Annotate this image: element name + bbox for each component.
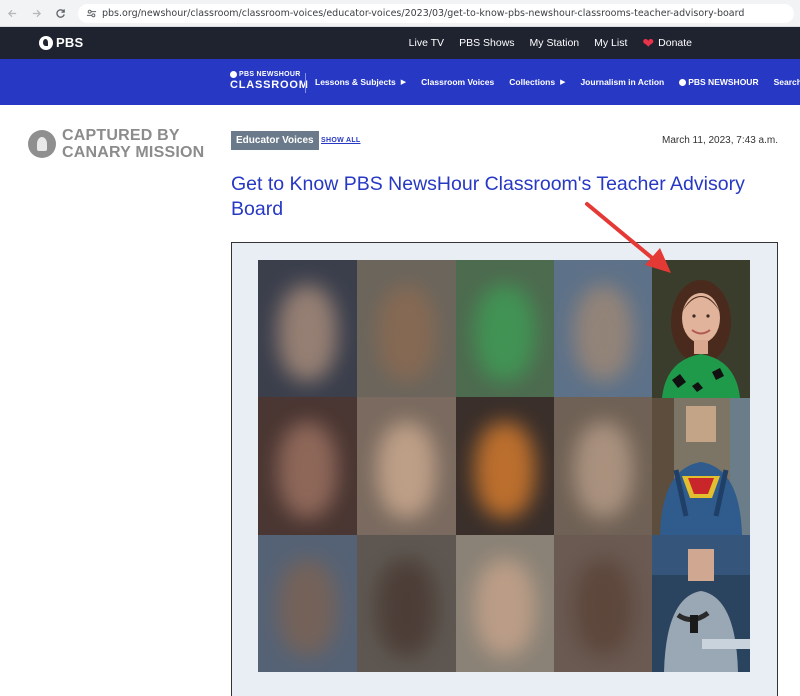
nav-lessons-label: Lessons & Subjects [315, 77, 396, 87]
logo-big-text: CLASSROOM [230, 79, 309, 91]
logo-small-text: PBS NEWSHOUR [239, 71, 301, 78]
site-info-icon[interactable] [84, 7, 98, 21]
classroom-nav: Lessons & Subjects ▶ Classroom Voices Co… [315, 59, 800, 105]
nav-collections-label: Collections [509, 77, 556, 87]
pbs-mini-logo-icon [679, 78, 687, 86]
pbs-nav: Live TV PBS Shows My Station My List ❤ D… [394, 27, 692, 59]
watermark-text: CAPTURED BY CANARY MISSION [62, 127, 204, 161]
donate-label: Donate [658, 37, 692, 49]
pbs-mini-logo-icon [230, 71, 237, 78]
blurred-photo [455, 534, 555, 672]
newshour-classroom-logo[interactable]: PBS NEWSHOUR CLASSROOM [230, 71, 309, 91]
newshour-classroom-bar: PBS NEWSHOUR CLASSROOM Lessons & Subject… [0, 59, 800, 105]
donate-button[interactable]: ❤ Donate [642, 35, 692, 52]
nav-pbs-newshour-label: PBS NEWSHOUR [688, 77, 759, 87]
forward-icon[interactable] [24, 0, 48, 27]
article-figure [231, 242, 778, 696]
red-arrow-icon [585, 202, 671, 273]
triangle-right-icon: ▶ [560, 79, 566, 86]
article-date: March 11, 2023, 7:43 a.m. [662, 135, 778, 146]
blurred-photo [356, 534, 456, 672]
article-title: Get to Know PBS NewsHour Classroom's Tea… [231, 173, 745, 220]
blurred-photo [455, 260, 555, 398]
blurred-photo [554, 260, 653, 398]
watermark-line2: CANARY MISSION [62, 144, 205, 161]
back-icon[interactable] [0, 0, 24, 27]
reload-icon[interactable] [48, 0, 72, 27]
category-badge[interactable]: Educator Voices [231, 131, 319, 150]
triangle-right-icon: ▶ [400, 79, 407, 86]
blurred-photo [258, 260, 357, 398]
pbs-logo-text: PBS [56, 35, 84, 50]
show-all-link[interactable]: SHOW ALL [321, 137, 360, 144]
nav-classroom-voices[interactable]: Classroom Voices [421, 77, 494, 87]
blurred-photo [258, 534, 357, 672]
watermark-line1: CAPTURED BY [62, 127, 180, 144]
heart-icon: ❤ [642, 34, 655, 51]
blurred-photo [356, 260, 456, 398]
teacher-portrait-photo [652, 260, 750, 398]
pbs-logo[interactable]: PBS [39, 35, 83, 50]
canary-mission-watermark: CAPTURED BY CANARY MISSION [28, 127, 204, 161]
nav-search-label: Search [773, 77, 800, 87]
nav-live-tv[interactable]: Live TV [409, 37, 444, 49]
nav-search[interactable]: Search [774, 77, 800, 87]
browser-toolbar: pbs.org/newshour/classroom/classroom-voi… [0, 0, 800, 27]
canary-seal-icon [28, 130, 56, 158]
nav-journalism-label: Journalism in Action [580, 77, 665, 87]
nav-lessons-subjects[interactable]: Lessons & Subjects ▶ [315, 77, 406, 87]
blurred-photo [258, 397, 357, 535]
nav-collections[interactable]: Collections ▶ [509, 77, 565, 87]
blurred-photo [356, 397, 456, 535]
blurred-photo-grid [258, 260, 653, 672]
nav-my-station[interactable]: My Station [530, 37, 580, 49]
nav-my-list[interactable]: My List [594, 37, 627, 49]
nav-divider [305, 73, 306, 93]
pbs-top-bar: PBS Live TV PBS Shows My Station My List… [0, 27, 800, 59]
nav-journalism-in-action[interactable]: Journalism in Action [580, 77, 664, 87]
blurred-photo [554, 534, 653, 672]
teacher-speaking-photo [652, 535, 750, 672]
url-text: pbs.org/newshour/classroom/classroom-voi… [102, 8, 745, 19]
nav-pbs-newshour[interactable]: PBS NEWSHOUR [679, 77, 759, 87]
blurred-photo [554, 397, 653, 535]
logo-small-row: PBS NEWSHOUR [230, 71, 309, 78]
nav-classroom-voices-label: Classroom Voices [421, 77, 495, 87]
nav-pbs-shows[interactable]: PBS Shows [459, 37, 514, 49]
blurred-photo [455, 397, 555, 535]
teacher-superman-photo [652, 398, 750, 535]
address-bar[interactable]: pbs.org/newshour/classroom/classroom-voi… [78, 4, 794, 23]
pbs-logo-icon [39, 35, 53, 50]
